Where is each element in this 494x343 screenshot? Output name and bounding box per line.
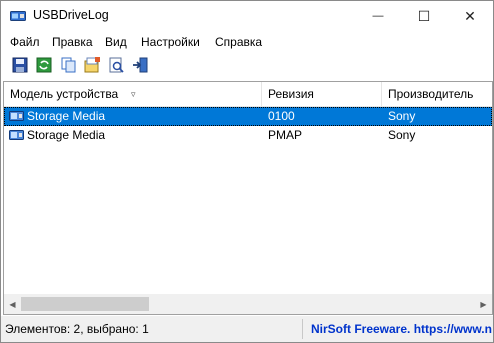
toolbar <box>1 52 493 78</box>
app-window: USBDriveLog — ☐ ✕ Файл Правка Вид Настро… <box>0 0 494 343</box>
column-header-vendor[interactable]: Производитель <box>382 82 492 106</box>
html-report-icon[interactable] <box>83 56 101 74</box>
scroll-left-icon: ◀ <box>9 299 16 309</box>
menu-help[interactable]: Справка <box>215 35 262 49</box>
close-button[interactable]: ✕ <box>447 1 493 31</box>
usb-drive-icon <box>9 111 24 121</box>
sort-ascending-icon: ▿ <box>131 89 136 99</box>
nirsoft-link[interactable]: NirSoft Freeware. https://www.n <box>311 321 492 337</box>
list-header: Модель устройства ▿ Ревизия Производител… <box>4 82 492 107</box>
usb-drive-icon <box>9 130 24 140</box>
cell-model: Storage Media <box>27 109 106 123</box>
status-divider <box>302 319 303 339</box>
drive-list[interactable]: Модель устройства ▿ Ревизия Производител… <box>3 81 493 315</box>
maximize-button[interactable]: ☐ <box>401 1 447 31</box>
column-header-revision-label: Ревизия <box>268 87 314 101</box>
refresh-icon[interactable] <box>35 56 53 74</box>
cell-vendor: Sony <box>388 109 416 123</box>
horizontal-scrollbar[interactable]: ◀ ▶ <box>4 294 492 314</box>
cell-model: Storage Media <box>27 128 106 142</box>
cell-revision: 0100 <box>268 109 295 123</box>
menu-bar: Файл Правка Вид Настройки Справка <box>1 32 493 51</box>
status-item-count: Элементов: 2, выбрано: 1 <box>5 322 149 336</box>
menu-settings[interactable]: Настройки <box>141 35 200 49</box>
properties-icon[interactable] <box>107 56 125 74</box>
title-bar[interactable]: USBDriveLog — ☐ ✕ <box>1 1 493 31</box>
exit-icon[interactable] <box>131 56 149 74</box>
scroll-left-button[interactable]: ◀ <box>4 294 21 314</box>
scroll-thumb[interactable] <box>21 297 149 311</box>
menu-file[interactable]: Файл <box>10 35 40 49</box>
close-icon: ✕ <box>464 7 476 24</box>
cell-revision: PMAP <box>268 128 303 142</box>
save-icon[interactable] <box>11 56 29 74</box>
window-title: USBDriveLog <box>33 8 109 22</box>
column-header-revision[interactable]: Ревизия <box>262 82 382 106</box>
column-header-vendor-label: Производитель <box>388 87 474 101</box>
column-header-model-label: Модель устройства <box>10 87 119 101</box>
copy-icon[interactable] <box>59 56 77 74</box>
usb-drive-app-icon <box>10 11 26 21</box>
minimize-icon: — <box>372 10 384 22</box>
menu-view[interactable]: Вид <box>105 35 127 49</box>
cell-vendor: Sony <box>388 128 416 142</box>
scroll-right-icon: ▶ <box>480 299 487 309</box>
table-row[interactable]: Storage Media 0100 Sony <box>4 107 492 126</box>
scroll-right-button[interactable]: ▶ <box>475 294 492 314</box>
minimize-button[interactable]: — <box>355 1 401 31</box>
table-row[interactable]: Storage Media PMAP Sony <box>4 126 492 145</box>
menu-edit[interactable]: Правка <box>52 35 93 49</box>
status-bar: Элементов: 2, выбрано: 1 NirSoft Freewar… <box>1 316 493 342</box>
maximize-icon: ☐ <box>417 7 431 24</box>
column-header-model[interactable]: Модель устройства ▿ <box>4 82 262 106</box>
